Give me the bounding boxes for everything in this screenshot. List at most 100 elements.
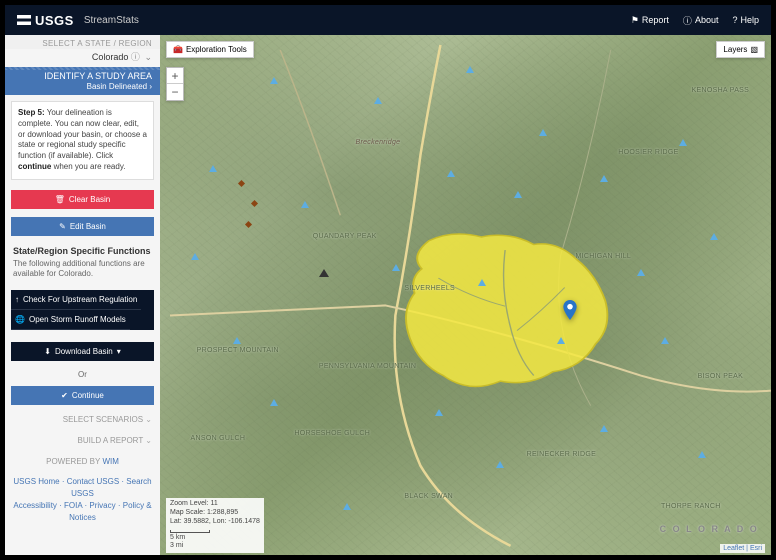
or-text: Or <box>5 367 160 382</box>
zoom-level: Zoom Level: 11 <box>170 500 260 509</box>
about-link[interactable]: ⓘAbout <box>683 14 719 27</box>
globe-icon: 🌐 <box>15 315 25 324</box>
flag-icon <box>17 15 31 25</box>
exploration-tools-button[interactable]: 🧰Exploration Tools <box>166 41 254 58</box>
streamgage-marker[interactable] <box>600 425 608 432</box>
region-label: C O L O R A D O <box>660 524 759 534</box>
streamgage-marker[interactable] <box>466 66 474 73</box>
logo-text: USGS <box>35 13 74 28</box>
step-instructions: Step 5: Your delineation is complete. Yo… <box>11 101 154 180</box>
zoom-controls: + − <box>166 67 184 101</box>
map-canvas[interactable]: Breckenridge QUANDARY PEAK SILVERHEELS M… <box>160 35 771 555</box>
streamgage-marker[interactable] <box>661 337 669 344</box>
feature-label: QUANDARY PEAK <box>313 233 377 240</box>
caret-down-icon: ▾ <box>117 347 121 356</box>
layers-button[interactable]: Layers▧ <box>716 41 765 58</box>
map-info: Zoom Level: 11 Map Scale: 1:288,895 Lat:… <box>166 498 264 553</box>
streamgage-marker[interactable] <box>514 191 522 198</box>
scale-bar: 5 km 3 mi <box>170 529 260 552</box>
info-icon: ⓘ <box>683 14 692 27</box>
zoom-out-button[interactable]: − <box>167 84 183 100</box>
clear-basin-button[interactable]: 🗑Clear Basin <box>11 190 154 209</box>
delineated-basin[interactable] <box>386 222 624 409</box>
streamgage-marker[interactable] <box>191 253 199 260</box>
toolbox-icon: 🧰 <box>173 45 183 54</box>
streamgage-marker[interactable] <box>679 139 687 146</box>
foia-link[interactable]: FOIA <box>64 501 82 510</box>
trash-icon: 🗑 <box>55 195 65 204</box>
streamgage-marker[interactable] <box>637 269 645 276</box>
streamgage-marker[interactable] <box>392 264 400 271</box>
town-label: Breckenridge <box>356 139 401 146</box>
streamgage-marker[interactable] <box>539 129 547 136</box>
continue-button[interactable]: ✔Continue <box>11 386 154 405</box>
map-scale: Map Scale: 1:288,895 <box>170 509 260 518</box>
app-name: StreamStats <box>84 15 139 26</box>
study-area-status: Basin Delineated › <box>13 82 152 91</box>
feature-label: ANSON GULCH <box>191 435 246 442</box>
chevron-down-icon: ⌄ <box>145 436 152 445</box>
feature-label: HORSESHOE GULCH <box>294 430 370 437</box>
accessibility-link[interactable]: Accessibility <box>13 501 57 510</box>
feature-label: KENOSHA PASS <box>692 87 750 94</box>
header-links: ⚑Report ⓘAbout ?Help <box>631 14 759 27</box>
download-icon: ⬇ <box>44 347 51 356</box>
streamgage-marker[interactable] <box>478 279 486 286</box>
map-coords: Lat: 39.5882, Lon: -106.1478 <box>170 518 260 527</box>
powered-by: POWERED BY WIM <box>5 451 160 472</box>
check-upstream-button[interactable]: ↑Check For Upstream Regulation <box>11 290 141 310</box>
feature-label: REINECKER RIDGE <box>527 451 596 458</box>
streamgage-marker[interactable] <box>343 503 351 510</box>
chevron-right-icon: › <box>149 82 152 91</box>
functions-desc: The following additional functions are a… <box>13 259 152 280</box>
streamgage-marker[interactable] <box>209 165 217 172</box>
state-section-label: SELECT A STATE / REGION <box>5 35 160 49</box>
feature-label: MICHIGAN HILL <box>575 253 631 260</box>
question-icon: ? <box>732 15 737 25</box>
map-attribution: Leaflet | Esri <box>720 544 765 553</box>
report-section[interactable]: BUILD A REPORT ⌄ <box>5 430 160 451</box>
feature-label: PENNSYLVANIA MOUNTAIN <box>319 363 416 370</box>
sidebar: SELECT A STATE / REGION Colorado ⓘ ⌄ IDE… <box>5 35 160 555</box>
streamgage-marker[interactable] <box>435 409 443 416</box>
usgs-home-link[interactable]: USGS Home <box>13 477 59 486</box>
contact-link[interactable]: Contact USGS <box>67 477 119 486</box>
streamgage-marker[interactable] <box>710 233 718 240</box>
chevron-down-icon: ⌄ <box>144 52 152 62</box>
zoom-in-button[interactable]: + <box>167 68 183 84</box>
esri-link[interactable]: Esri <box>750 545 762 552</box>
streamgage-marker[interactable] <box>447 170 455 177</box>
study-area-banner[interactable]: IDENTIFY A STUDY AREA Basin Delineated › <box>5 67 160 95</box>
study-area-label: IDENTIFY A STUDY AREA <box>13 71 152 81</box>
help-link[interactable]: ?Help <box>732 14 759 27</box>
streamgage-marker[interactable] <box>496 461 504 468</box>
layers-icon: ▧ <box>750 45 758 54</box>
peak-marker[interactable] <box>319 269 329 277</box>
wim-link[interactable]: WIM <box>102 457 118 466</box>
scenarios-section[interactable]: SELECT SCENARIOS ⌄ <box>5 409 160 430</box>
streamgage-marker[interactable] <box>301 201 309 208</box>
edit-basin-button[interactable]: ✎Edit Basin <box>11 217 154 236</box>
arrow-up-icon: ↑ <box>15 295 19 304</box>
feature-label: HOOSIER RIDGE <box>618 149 678 156</box>
check-icon: ✔ <box>61 391 68 400</box>
streamgage-marker[interactable] <box>698 451 706 458</box>
state-select[interactable]: Colorado ⓘ ⌄ <box>5 49 160 67</box>
streamgage-marker[interactable] <box>270 77 278 84</box>
leaflet-link[interactable]: Leaflet <box>723 545 744 552</box>
feature-label: THORPE RANCH <box>661 503 721 510</box>
streamgage-marker[interactable] <box>374 97 382 104</box>
footer-links: USGS Home · Contact USGS · Search USGS A… <box>5 472 160 532</box>
storm-runoff-button[interactable]: 🌐Open Storm Runoff Models <box>11 310 130 330</box>
app-header: USGS StreamStats ⚑Report ⓘAbout ?Help <box>5 5 771 35</box>
streamgage-marker[interactable] <box>233 337 241 344</box>
streamgage-marker[interactable] <box>270 399 278 406</box>
streamgage-marker[interactable] <box>600 175 608 182</box>
privacy-link[interactable]: Privacy <box>89 501 115 510</box>
report-link[interactable]: ⚑Report <box>631 14 669 27</box>
download-basin-button[interactable]: ⬇Download Basin▾ <box>11 342 154 361</box>
pour-point-marker[interactable] <box>563 300 577 320</box>
chevron-down-icon: ⌄ <box>145 415 152 424</box>
usgs-logo[interactable]: USGS <box>17 13 74 28</box>
streamgage-marker[interactable] <box>557 337 565 344</box>
